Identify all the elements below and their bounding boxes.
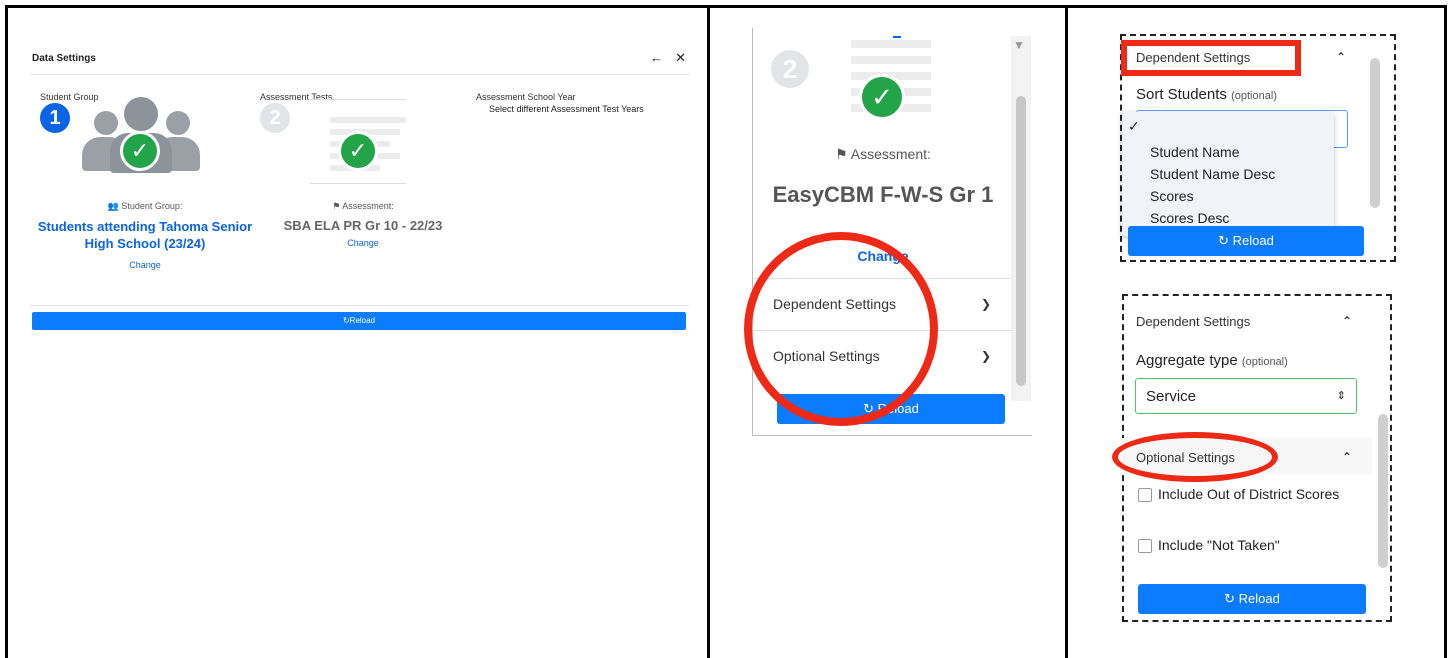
include-not-taken-label: Include "Not Taken" [1158, 537, 1280, 553]
reload-button[interactable]: ↻Reload [32, 312, 686, 330]
student-group-change-link[interactable]: Change [30, 260, 260, 270]
chevron-up-icon[interactable]: ⌃ [1342, 314, 1352, 328]
aggregate-type-label: Aggregate type (optional) [1136, 352, 1288, 369]
assessment-change-link[interactable]: Change [248, 238, 478, 248]
include-out-of-district-label: Include Out of District Scores [1158, 486, 1340, 502]
divider [30, 305, 690, 306]
scroll-up-icon[interactable]: ▼ [1013, 38, 1025, 52]
panel-divider-1 [707, 5, 710, 658]
dropdown-option[interactable]: Student Name Desc [1150, 166, 1275, 182]
flag-icon: ⚑ [332, 201, 341, 211]
dropdown-option[interactable]: Scores [1150, 188, 1194, 204]
assessment-name: SBA ELA PR Gr 10 - 22/23 [283, 218, 443, 233]
flag-icon: ⚑ [835, 146, 848, 162]
school-year-heading: Assessment School Year [476, 92, 576, 102]
dropdown-option[interactable]: Scores Desc [1150, 210, 1229, 226]
annotation-rectangle [1121, 40, 1301, 76]
reload-button[interactable]: ↻ Reload [1128, 226, 1364, 256]
users-icon: 👥 [107, 201, 119, 211]
reload-icon: ↻ [342, 316, 350, 325]
step-2-badge: 2 [771, 50, 809, 88]
select-years-link[interactable]: Select different Assessment Test Years [489, 104, 644, 114]
scrollbar[interactable] [1370, 58, 1380, 208]
student-group-name: Students attending Tahoma Senior High Sc… [37, 219, 253, 251]
chevron-down-icon: ❯ [980, 348, 991, 363]
assessment-name: EasyCBM F-W-S Gr 1 [772, 182, 994, 207]
chevron-up-icon[interactable]: ⌃ [1342, 450, 1352, 464]
panel-header: Data Settings ← ✕ [30, 50, 690, 75]
chevron-down-icon: ❯ [980, 296, 991, 311]
step-2-badge: 2 [260, 103, 290, 133]
check-icon: ✓ [338, 131, 378, 171]
scrollbar[interactable] [1378, 414, 1388, 568]
assessment-meta: ⚑ Assessment: [332, 201, 394, 211]
reload-button[interactable]: ↻ Reload [1138, 584, 1366, 614]
school-year-column: Assessment School Year [476, 87, 576, 105]
panel-divider-2 [1065, 5, 1068, 658]
close-icon[interactable]: ✕ [675, 50, 686, 66]
back-arrow-icon[interactable]: ← [650, 50, 663, 66]
check-icon: ✓ [859, 74, 905, 120]
student-group-meta: 👥 Student Group: [107, 201, 183, 211]
annotation-circle [744, 232, 938, 426]
annotation-ellipse [1112, 432, 1278, 482]
chevron-up-icon[interactable]: ⌃ [1336, 50, 1346, 64]
aggregate-type-select[interactable]: Service ⇕ [1135, 378, 1357, 414]
step-1-badge: 1 [40, 103, 70, 133]
panel-title: Data Settings [32, 52, 96, 64]
sort-students-dropdown[interactable]: ✓ Student Name Student Name Desc Scores … [1122, 112, 1334, 236]
data-settings-panel: Data Settings ← ✕ Student Group 1 ✓ 👥 St… [30, 50, 690, 330]
dropdown-option[interactable]: Student Name [1150, 144, 1240, 160]
reload-icon: ↻ [1218, 233, 1230, 248]
select-arrows-icon: ⇕ [1336, 390, 1346, 402]
reload-icon: ↻ [1224, 591, 1236, 606]
check-icon: ✓ [120, 131, 160, 171]
scrollbar[interactable] [1011, 36, 1031, 401]
sort-students-label: Sort Students (optional) [1136, 86, 1277, 103]
include-out-of-district-checkbox[interactable] [1138, 488, 1152, 502]
assessment-meta: ⚑ Assessment: [835, 146, 931, 162]
checkmark-icon: ✓ [1128, 118, 1140, 134]
dependent-settings-heading[interactable]: Dependent Settings [1136, 314, 1250, 329]
include-not-taken-checkbox[interactable] [1138, 539, 1152, 553]
